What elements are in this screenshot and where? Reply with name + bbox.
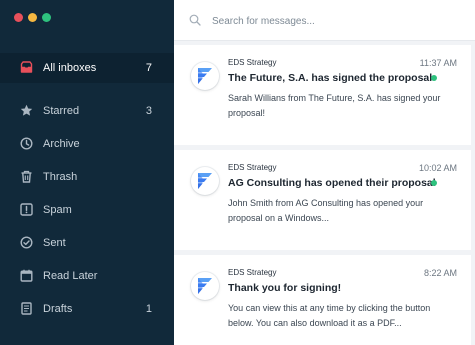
star-icon [20,104,33,117]
sidebar-item-label: Spam [43,204,72,216]
message-time: 8:22 AM [423,268,457,278]
sidebar-item-count: 3 [145,105,152,117]
search-icon [189,13,201,31]
sidebar-item-label: Drafts [43,303,73,315]
message-preview: You can view this at any time by clickin… [228,303,431,328]
sender-avatar [191,167,219,195]
message-item[interactable]: EDS Strategy 10:02 AM AG Consulting has … [174,150,471,250]
sidebar-item-label: Read Later [43,270,98,282]
sidebar-item-archive[interactable]: Archive [0,129,174,159]
message-sender: EDS Strategy [228,58,277,67]
sidebar-item-thrash[interactable]: Thrash [0,162,174,192]
sidebar: All inboxes 7 Starred 3 Archive Thrash S… [0,0,174,345]
sidebar-item-label: Starred [43,105,80,117]
search-bar [174,0,475,41]
sidebar-item-starred[interactable]: Starred 3 [0,96,174,126]
sidebar-item-sent[interactable]: Sent [0,228,174,258]
message-subject: Thank you for signing! [228,282,342,294]
message-preview: Sarah Willians from The Future, S.A. has… [228,93,441,118]
spam-alert-icon [20,203,33,216]
message-time: 10:02 AM [418,163,457,173]
message-time: 11:37 AM [419,58,457,68]
window-controls [14,13,51,22]
message-subject: AG Consulting has opened their proposal [228,177,436,189]
message-item[interactable]: EDS Strategy 11:37 AM The Future, S.A. h… [174,45,471,145]
minimize-window-button[interactable] [28,13,37,22]
document-icon [20,302,33,315]
message-list-pane: EDS Strategy 11:37 AM The Future, S.A. h… [174,0,475,345]
sidebar-item-spam[interactable]: Spam [0,195,174,225]
eds-logo-icon [198,278,212,294]
eds-logo-icon [198,68,212,84]
message-item[interactable]: EDS Strategy 8:22 AM Thank you for signi… [174,255,471,345]
check-circle-icon [20,236,33,249]
message-sender: EDS Strategy [228,163,277,172]
message-subject: The Future, S.A. has signed the proposal [228,72,433,84]
eds-logo-icon [198,173,212,189]
sidebar-item-all-inboxes[interactable]: All inboxes 7 [0,53,174,83]
sender-avatar [191,272,219,300]
search-input[interactable] [210,11,454,31]
maximize-window-button[interactable] [42,13,51,22]
sidebar-item-label: All inboxes [43,62,97,74]
calendar-icon [20,269,33,282]
sidebar-item-count: 1 [145,303,152,315]
sender-avatar [191,62,219,90]
trash-icon [20,170,33,183]
sidebar-item-count: 7 [145,62,152,74]
sidebar-item-label: Archive [43,138,80,150]
unread-indicator [431,75,437,81]
sidebar-item-label: Thrash [43,171,78,183]
close-window-button[interactable] [14,13,23,22]
mail-app: All inboxes 7 Starred 3 Archive Thrash S… [0,0,475,345]
message-preview: John Smith from AG Consulting has opened… [228,198,424,223]
message-sender: EDS Strategy [228,268,277,277]
inbox-tray-icon [20,61,33,74]
sidebar-item-drafts[interactable]: Drafts 1 [0,294,174,324]
unread-indicator [431,180,437,186]
sidebar-item-read-later[interactable]: Read Later [0,261,174,291]
clock-icon [20,137,33,150]
sidebar-item-label: Sent [43,237,66,249]
